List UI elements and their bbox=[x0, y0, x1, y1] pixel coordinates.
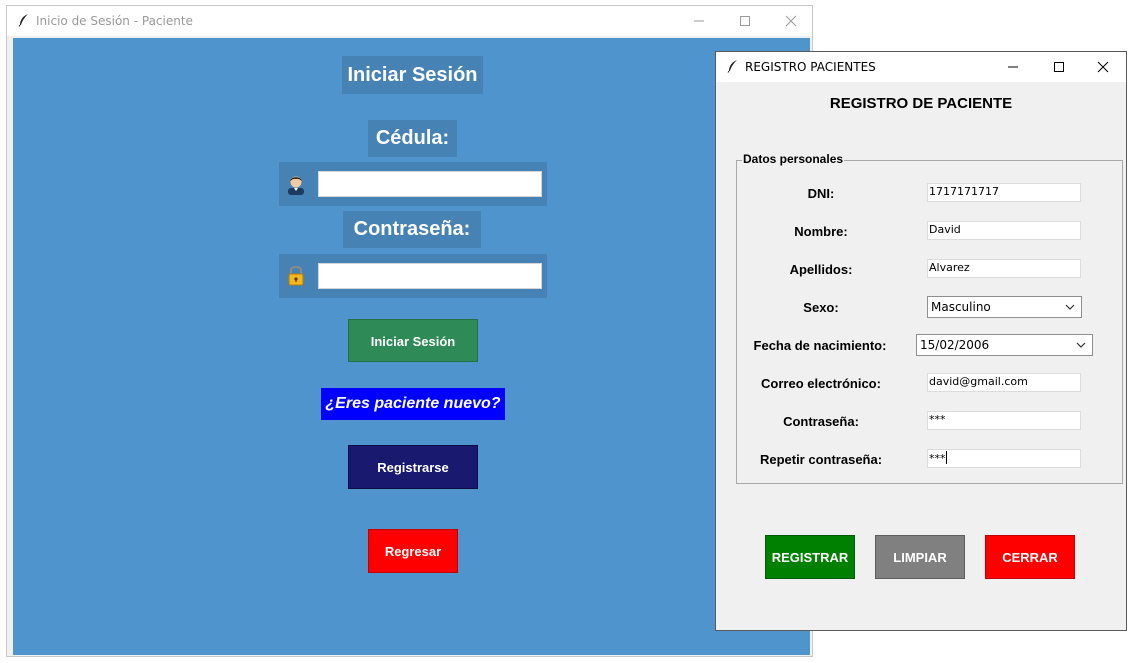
limpiar-button[interactable]: LIMPIAR bbox=[875, 535, 965, 579]
personal-data-group-label: Datos personales bbox=[742, 152, 845, 166]
fecha-label: Fecha de nacimiento: bbox=[753, 338, 887, 353]
text-cursor bbox=[945, 451, 947, 464]
contrasena-input[interactable]: *** bbox=[927, 411, 1081, 430]
feather-icon bbox=[727, 60, 737, 73]
new-patient-text: ¿Eres paciente nuevo? bbox=[321, 388, 505, 420]
fecha-value: 15/02/2006 bbox=[920, 338, 990, 352]
register-close-button[interactable] bbox=[1080, 52, 1126, 82]
register-minimize-button[interactable] bbox=[990, 52, 1036, 82]
dni-input[interactable]: 1717171717 bbox=[927, 183, 1081, 202]
correo-label: Correo electrónico: bbox=[761, 376, 881, 391]
personal-data-group bbox=[736, 160, 1123, 484]
maximize-icon bbox=[1054, 62, 1064, 72]
login-body: Iniciar Sesión Cédula: Contraseña: Inici… bbox=[13, 38, 810, 655]
login-minimize-button[interactable] bbox=[676, 6, 722, 36]
registrar-button[interactable]: REGISTRAR bbox=[765, 535, 855, 579]
close-icon bbox=[785, 15, 797, 27]
minimize-icon bbox=[694, 20, 704, 22]
cerrar-button[interactable]: CERRAR bbox=[985, 535, 1075, 579]
close-icon bbox=[1097, 61, 1109, 73]
login-heading: Iniciar Sesión bbox=[342, 56, 483, 94]
contrasena-label: Contraseña: bbox=[783, 414, 859, 429]
apellidos-label: Apellidos: bbox=[789, 262, 853, 277]
sexo-value: Masculino bbox=[931, 300, 991, 314]
sexo-label: Sexo: bbox=[803, 300, 839, 315]
correo-input[interactable]: david@gmail.com bbox=[927, 373, 1081, 392]
chevron-down-icon bbox=[1076, 342, 1086, 348]
login-titlebar[interactable]: Inicio de Sesión - Paciente bbox=[7, 6, 812, 36]
register-window: REGISTRO PACIENTES REGISTRO DE PACIENTE … bbox=[715, 51, 1127, 631]
minimize-icon bbox=[1008, 66, 1018, 68]
login-window-title: Inicio de Sesión - Paciente bbox=[36, 14, 193, 28]
password-panel bbox=[279, 254, 547, 298]
feather-icon bbox=[18, 14, 28, 27]
fecha-select[interactable]: 15/02/2006 bbox=[916, 334, 1093, 356]
nombre-label: Nombre: bbox=[794, 224, 848, 239]
register-window-title: REGISTRO PACIENTES bbox=[745, 60, 876, 74]
cedula-panel bbox=[279, 162, 547, 206]
password-input[interactable] bbox=[318, 263, 542, 289]
cedula-input[interactable] bbox=[318, 171, 542, 197]
cedula-label: Cédula: bbox=[368, 120, 457, 157]
login-window: Inicio de Sesión - Paciente Iniciar Sesi… bbox=[6, 5, 813, 657]
register-link-button[interactable]: Registrarse bbox=[348, 445, 478, 489]
user-icon bbox=[288, 176, 304, 195]
sexo-select[interactable]: Masculino bbox=[927, 296, 1082, 318]
login-close-button[interactable] bbox=[768, 6, 814, 36]
register-heading: REGISTRO DE PACIENTE bbox=[829, 95, 1013, 112]
repetir-label: Repetir contraseña: bbox=[759, 452, 883, 467]
login-maximize-button[interactable] bbox=[722, 6, 768, 36]
repetir-value: *** bbox=[929, 452, 946, 465]
repetir-input[interactable]: *** bbox=[927, 449, 1081, 468]
maximize-icon bbox=[740, 16, 750, 26]
lock-icon bbox=[288, 265, 304, 286]
password-label: Contraseña: bbox=[343, 211, 481, 248]
register-maximize-button[interactable] bbox=[1036, 52, 1082, 82]
chevron-down-icon bbox=[1065, 304, 1075, 310]
login-submit-button[interactable]: Iniciar Sesión bbox=[348, 319, 478, 362]
nombre-input[interactable]: David bbox=[927, 221, 1081, 240]
register-titlebar[interactable]: REGISTRO PACIENTES bbox=[716, 52, 1126, 82]
back-button[interactable]: Regresar bbox=[368, 529, 458, 573]
dni-label: DNI: bbox=[807, 186, 835, 201]
apellidos-input[interactable]: Alvarez bbox=[927, 259, 1081, 278]
